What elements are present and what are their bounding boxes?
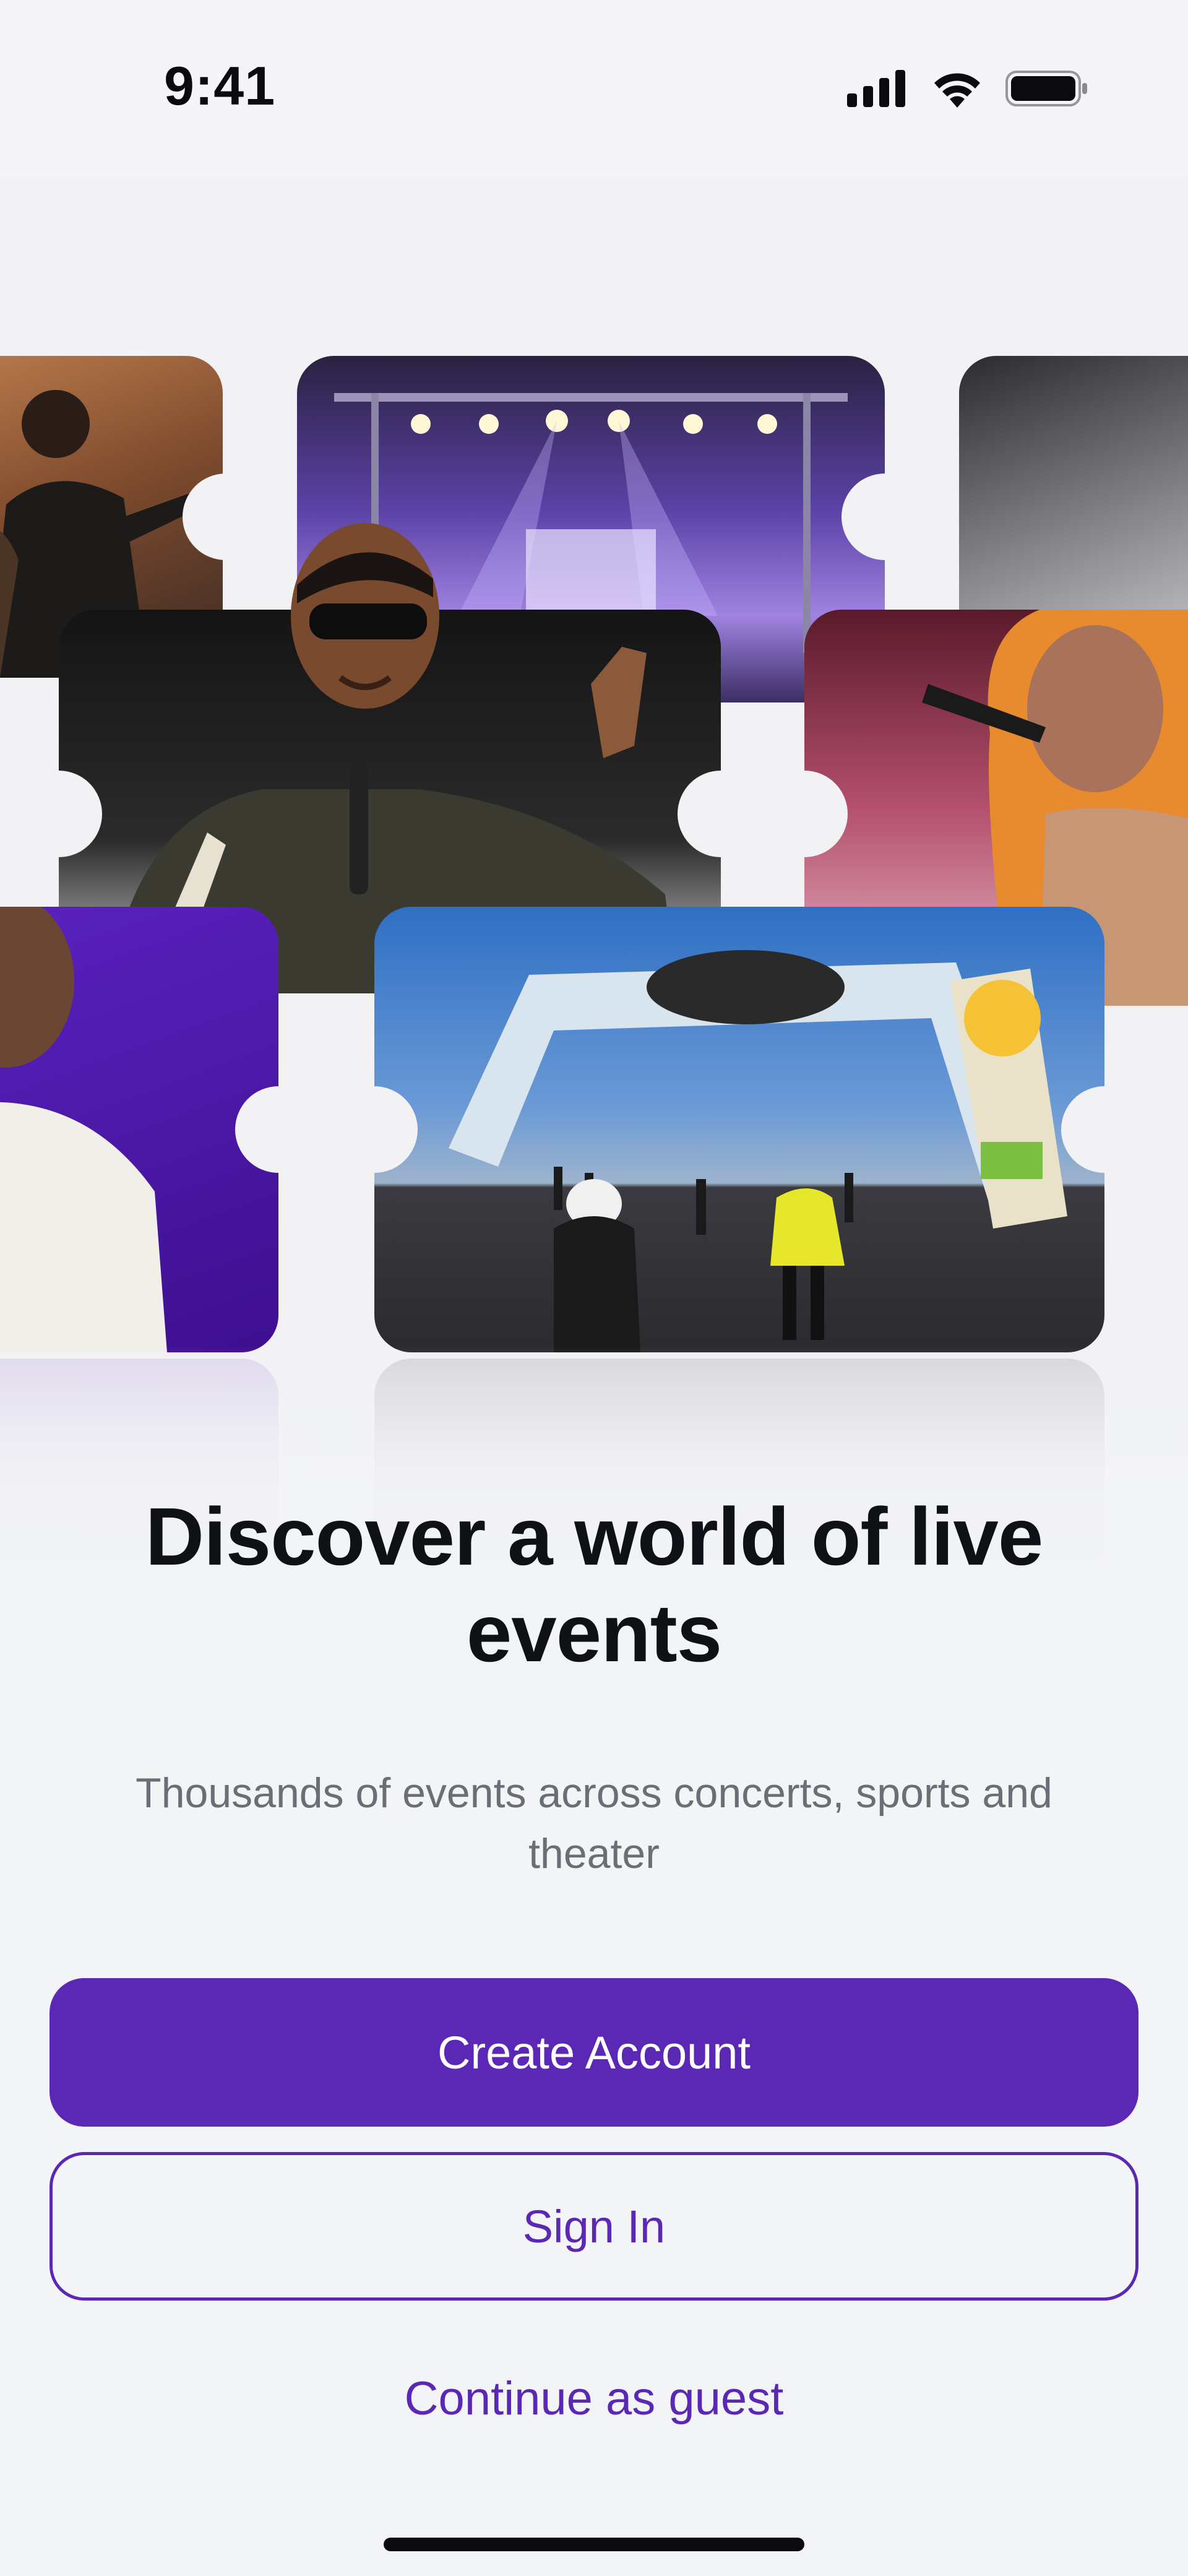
ticket-notch (183, 473, 269, 560)
ticket-notch (842, 473, 928, 560)
wifi-icon (934, 73, 980, 108)
ticket-notch (678, 771, 764, 857)
home-indicator (384, 2538, 804, 2551)
ticket-notch (1061, 1086, 1148, 1173)
status-icons (847, 67, 1089, 110)
sign-in-button[interactable]: Sign In (50, 2152, 1138, 2301)
rapper-head (291, 523, 439, 709)
ticket-image-rapper-head (272, 511, 458, 733)
status-time: 9:41 (164, 55, 276, 116)
battery-icon (1005, 71, 1087, 106)
status-bar: 9:41 (0, 0, 1188, 176)
cellular-signal-icon (847, 70, 905, 107)
onboarding-headline: Discover a world of live events (145, 1491, 1044, 1679)
onboarding-subtitle: Thousands of events across concerts, spo… (136, 1770, 1052, 1877)
ticket-notch (761, 771, 848, 857)
ticket-notch (331, 1086, 418, 1173)
ticket-notch (235, 1086, 322, 1173)
continue-as-guest-link[interactable]: Continue as guest (0, 2372, 1188, 2426)
ticket-image-festival-arch (374, 907, 1104, 1352)
festival-arch-scene (449, 950, 1067, 1352)
ticket-notch (15, 771, 102, 857)
create-account-button[interactable]: Create Account (50, 1978, 1138, 2127)
